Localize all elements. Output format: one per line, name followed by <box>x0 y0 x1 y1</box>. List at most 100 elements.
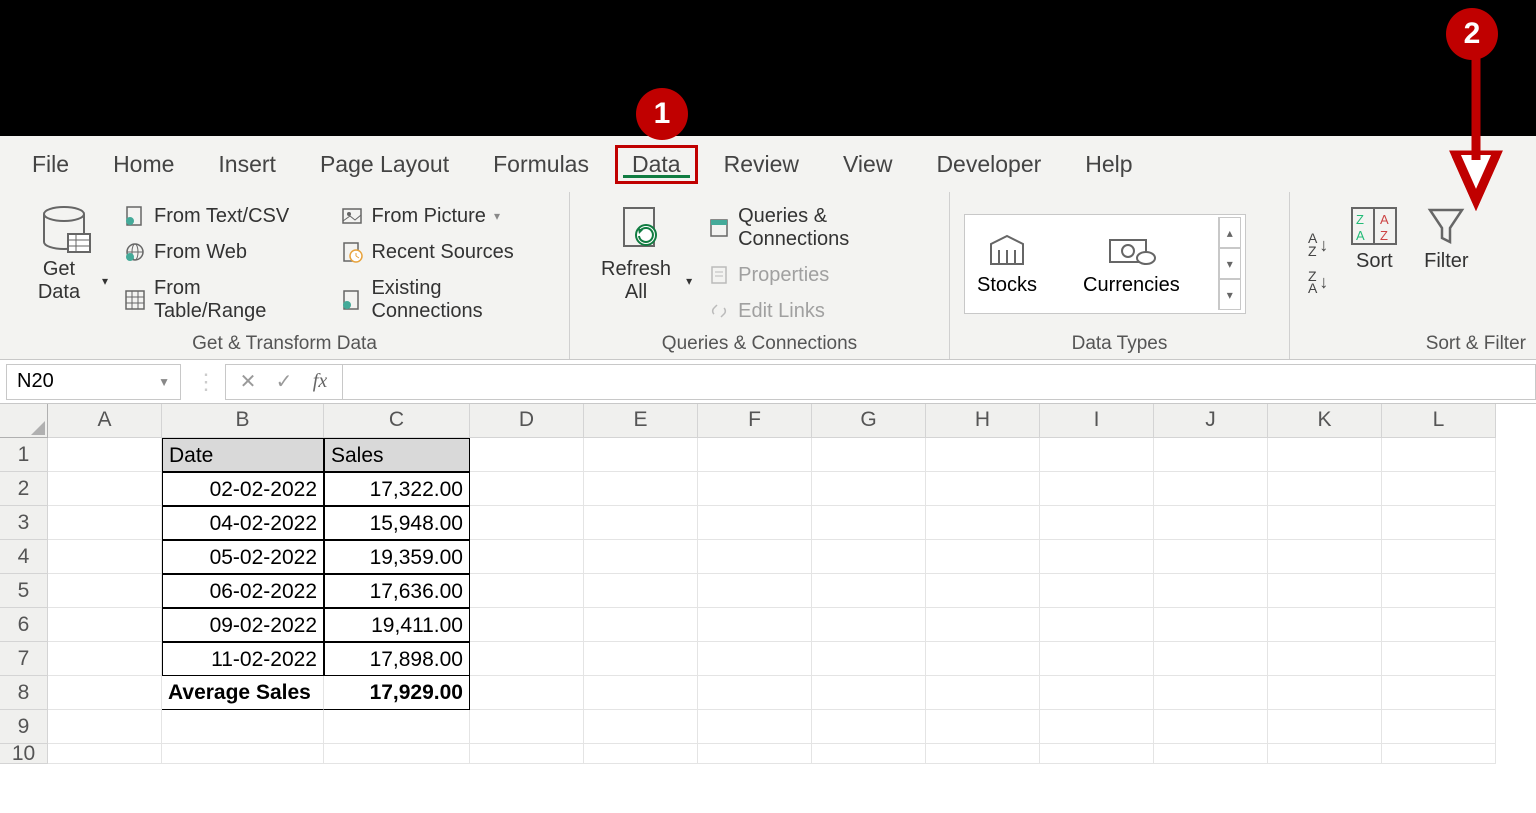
row-header[interactable]: 9 <box>0 710 48 744</box>
cell[interactable] <box>48 744 162 764</box>
tab-file[interactable]: File <box>14 145 87 184</box>
cell[interactable] <box>1382 506 1496 540</box>
cell[interactable] <box>1154 710 1268 744</box>
cell[interactable] <box>926 506 1040 540</box>
cell[interactable] <box>926 744 1040 764</box>
cell[interactable]: 17,636.00 <box>324 574 470 608</box>
cell[interactable]: 05-02-2022 <box>162 540 324 574</box>
cell[interactable] <box>926 676 1040 710</box>
cell[interactable] <box>1154 506 1268 540</box>
row-header[interactable]: 8 <box>0 676 48 710</box>
refresh-all-button[interactable]: Refresh All▾ <box>580 198 702 329</box>
from-picture-button[interactable]: From Picture▾ <box>335 202 559 231</box>
worksheet-grid[interactable]: A B C D E F G H I J K L 1 Date Sales 2 0… <box>0 404 1536 764</box>
row-header[interactable]: 3 <box>0 506 48 540</box>
stocks-button[interactable]: Stocks <box>969 230 1045 297</box>
cell[interactable] <box>812 676 926 710</box>
sort-button[interactable]: ZAAZ Sort <box>1336 198 1412 329</box>
currencies-button[interactable]: Currencies <box>1075 230 1188 297</box>
cell[interactable] <box>1040 642 1154 676</box>
sort-ascending-button[interactable]: AZ↓ <box>1308 232 1328 257</box>
cell[interactable] <box>470 642 584 676</box>
cell[interactable] <box>1382 608 1496 642</box>
col-header-g[interactable]: G <box>812 404 926 438</box>
cell[interactable] <box>698 506 812 540</box>
cell[interactable] <box>1040 540 1154 574</box>
cell[interactable] <box>470 506 584 540</box>
cell[interactable]: 19,359.00 <box>324 540 470 574</box>
cell[interactable] <box>1382 676 1496 710</box>
cell[interactable] <box>926 574 1040 608</box>
cell[interactable] <box>48 438 162 472</box>
col-header-i[interactable]: I <box>1040 404 1154 438</box>
cell[interactable] <box>48 676 162 710</box>
from-web-button[interactable]: From Web <box>118 238 319 267</box>
cell[interactable] <box>698 710 812 744</box>
cell[interactable] <box>1040 710 1154 744</box>
tab-view[interactable]: View <box>825 145 910 184</box>
cell[interactable] <box>926 472 1040 506</box>
cell[interactable]: 02-02-2022 <box>162 472 324 506</box>
cell[interactable] <box>812 472 926 506</box>
cell[interactable] <box>812 744 926 764</box>
cell[interactable] <box>698 574 812 608</box>
cell[interactable] <box>584 710 698 744</box>
cell[interactable] <box>698 472 812 506</box>
cell[interactable] <box>584 540 698 574</box>
cell[interactable] <box>470 472 584 506</box>
data-types-gallery[interactable]: Stocks Currencies ▴ ▾ ▾ <box>964 214 1246 314</box>
cell[interactable] <box>698 608 812 642</box>
cell[interactable] <box>1268 744 1382 764</box>
from-table-range-button[interactable]: From Table/Range <box>118 274 319 326</box>
cell[interactable] <box>48 540 162 574</box>
cell[interactable] <box>1154 540 1268 574</box>
row-header[interactable]: 10 <box>0 744 48 764</box>
cell[interactable] <box>470 744 584 764</box>
cell[interactable] <box>470 676 584 710</box>
cell[interactable] <box>926 608 1040 642</box>
cell[interactable] <box>1040 744 1154 764</box>
cell[interactable] <box>1268 676 1382 710</box>
tab-developer[interactable]: Developer <box>918 145 1059 184</box>
cell[interactable]: 15,948.00 <box>324 506 470 540</box>
col-header-j[interactable]: J <box>1154 404 1268 438</box>
cell[interactable] <box>324 710 470 744</box>
cell[interactable] <box>1040 676 1154 710</box>
cell[interactable] <box>812 438 926 472</box>
cell[interactable] <box>926 438 1040 472</box>
cell[interactable] <box>470 574 584 608</box>
col-header-h[interactable]: H <box>926 404 1040 438</box>
cell[interactable] <box>926 710 1040 744</box>
col-header-d[interactable]: D <box>470 404 584 438</box>
dropdown-icon[interactable]: ▾ <box>1219 279 1241 310</box>
cell[interactable] <box>1268 642 1382 676</box>
tab-data[interactable]: Data <box>615 145 698 184</box>
cell[interactable] <box>1268 710 1382 744</box>
cell[interactable] <box>470 540 584 574</box>
cell[interactable] <box>812 642 926 676</box>
cell[interactable] <box>1154 642 1268 676</box>
cell[interactable] <box>1154 608 1268 642</box>
col-header-c[interactable]: C <box>324 404 470 438</box>
formula-input[interactable] <box>342 364 1536 400</box>
cell-header-date[interactable]: Date <box>162 438 324 472</box>
cell[interactable] <box>812 506 926 540</box>
cell[interactable] <box>812 540 926 574</box>
row-header[interactable]: 5 <box>0 574 48 608</box>
tab-home[interactable]: Home <box>95 145 192 184</box>
cell[interactable] <box>1268 574 1382 608</box>
col-header-f[interactable]: F <box>698 404 812 438</box>
existing-connections-button[interactable]: Existing Connections <box>335 274 559 326</box>
col-header-e[interactable]: E <box>584 404 698 438</box>
cell[interactable] <box>812 710 926 744</box>
cell[interactable]: 17,322.00 <box>324 472 470 506</box>
cell[interactable] <box>698 438 812 472</box>
cell[interactable] <box>926 540 1040 574</box>
cell[interactable] <box>1154 574 1268 608</box>
cell[interactable] <box>698 676 812 710</box>
row-header[interactable]: 2 <box>0 472 48 506</box>
cell[interactable] <box>1382 540 1496 574</box>
cell[interactable]: 04-02-2022 <box>162 506 324 540</box>
queries-connections-button[interactable]: Queries & Connections <box>702 202 939 254</box>
row-header[interactable]: 4 <box>0 540 48 574</box>
